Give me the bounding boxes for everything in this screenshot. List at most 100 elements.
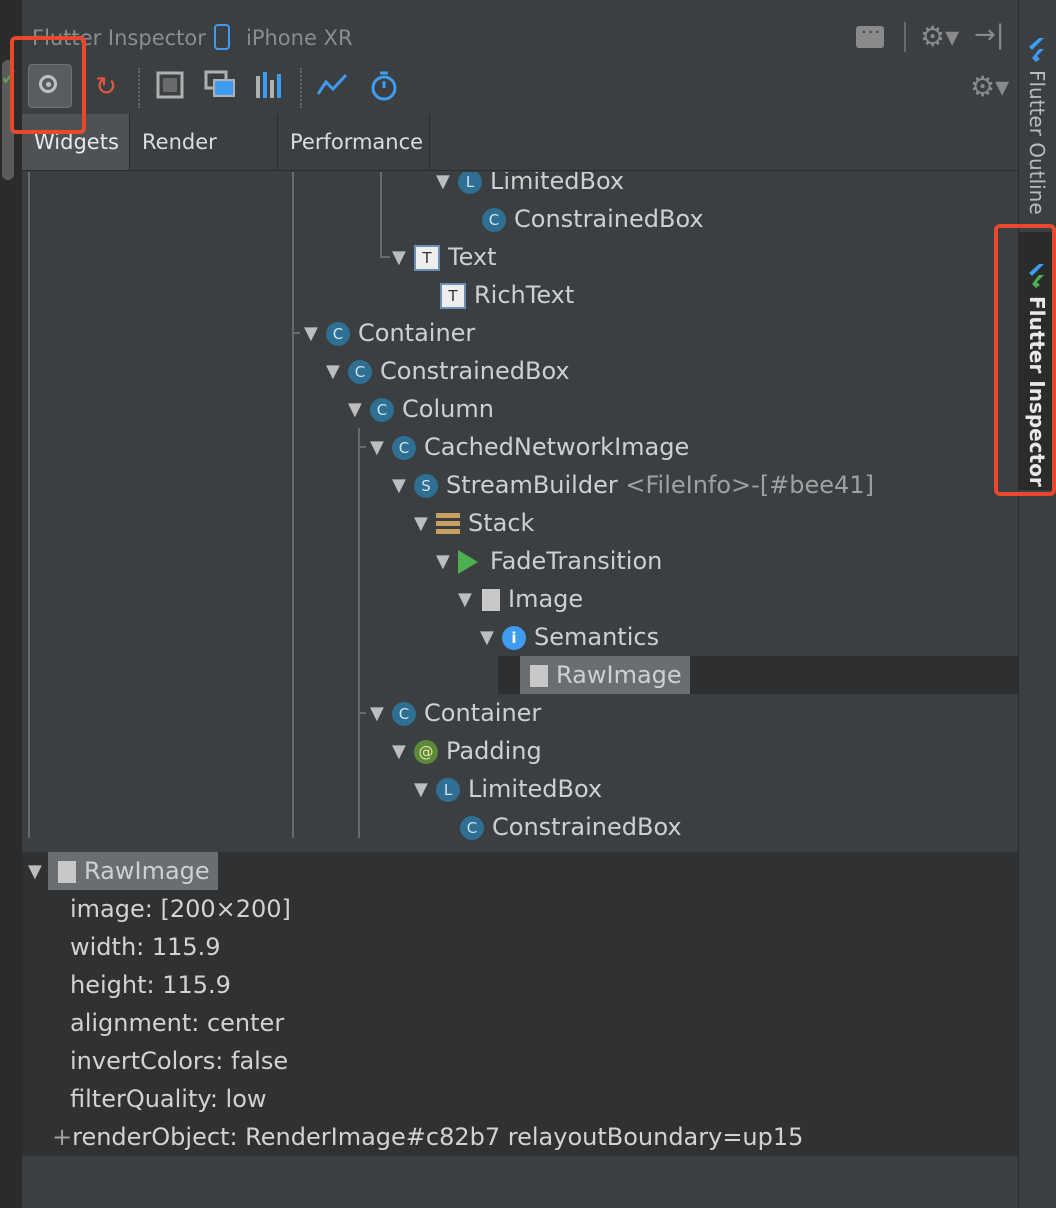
tree-node[interactable]: C ConstrainedBox: [458, 808, 682, 846]
expand-arrow-icon[interactable]: ▼: [392, 467, 412, 505]
tree-node[interactable]: C ConstrainedBox: [480, 200, 704, 238]
widget-type-icon: C: [326, 322, 350, 346]
document-icon: [482, 589, 500, 611]
expand-arrow-icon[interactable]: ▼: [370, 695, 390, 733]
tree-node[interactable]: ▼ @ Padding: [392, 732, 542, 770]
gear-icon[interactable]: ⚙▾: [970, 70, 1009, 103]
tree-node[interactable]: ▼ Image: [458, 580, 583, 618]
tree-guide-line: [380, 172, 382, 256]
expand-arrow-icon[interactable]: ▼: [370, 429, 390, 467]
widget-type-icon: C: [460, 816, 484, 840]
tree-node[interactable]: ▼ S StreamBuilder <FileInfo>-[#bee41]: [392, 466, 874, 504]
property-row: width: 115.9: [70, 933, 221, 961]
details-tree: ▼ RawImage image: [200×200] width: 115.9 …: [22, 852, 1018, 1156]
inspector-toolbar: ✓ ↻ ⚙▾: [0, 62, 1018, 114]
tree-node[interactable]: ▼ C CachedNetworkImage: [370, 428, 689, 466]
toolbar-separator: [138, 68, 142, 108]
tree-node[interactable]: ▼ i Semantics: [480, 618, 659, 656]
widget-tree: ▼ L LimitedBox C ConstrainedBox ▼ T Text T Ric…: [22, 172, 1018, 852]
phone-icon: [214, 24, 230, 50]
widget-type-icon: C: [392, 436, 416, 460]
tree-guide-line: [358, 712, 366, 714]
gear-icon[interactable]: ⚙▾: [920, 20, 959, 53]
expand-arrow-icon[interactable]: ▼: [436, 543, 456, 581]
device-name[interactable]: iPhone XR: [246, 26, 353, 50]
tree-node[interactable]: ▼ C ConstrainedBox: [326, 352, 570, 390]
document-icon: [530, 665, 548, 687]
widget-type-icon: T: [440, 283, 466, 309]
expand-arrow-icon[interactable]: ▼: [326, 353, 346, 391]
widget-type-icon: C: [370, 398, 394, 422]
widget-type-icon: S: [414, 474, 438, 498]
refresh-icon[interactable]: ↻: [86, 70, 126, 104]
highlight-box: [994, 224, 1056, 496]
title-separator: [904, 22, 906, 52]
editor-gutter: [0, 0, 22, 1208]
property-row: image: [200×200]: [70, 895, 291, 923]
widget-description: <FileInfo>-[#bee41]: [625, 471, 874, 499]
comment-icon[interactable]: [856, 22, 884, 48]
tree-guide-line: [28, 172, 30, 838]
expand-arrow-icon[interactable]: ▼: [414, 771, 434, 809]
expand-arrow-icon[interactable]: ▼: [480, 619, 500, 657]
repaint-rainbow-icon[interactable]: [202, 70, 238, 104]
tree-node-selected[interactable]: RawImage: [520, 656, 690, 694]
widget-type-icon: C: [482, 208, 506, 232]
tree-guide-line: [292, 172, 294, 838]
hide-panel-icon[interactable]: →|: [974, 20, 1005, 50]
tree-node[interactable]: ▼ L LimitedBox: [414, 770, 602, 808]
panel-title-bar: Flutter Inspector iPhone XR ⚙▾ →|: [22, 0, 1018, 63]
inspector-tabs: Widgets Render Tree Performance: [22, 114, 1018, 210]
tree-node[interactable]: ▼ FadeTransition: [436, 542, 662, 580]
panel-footer: [22, 1156, 1018, 1208]
widget-type-icon: T: [414, 245, 440, 271]
debug-paint-icon[interactable]: [152, 70, 188, 104]
expand-arrow-icon[interactable]: ▼: [414, 505, 434, 543]
expand-arrow-icon[interactable]: ▼: [348, 391, 368, 429]
widget-type-icon: C: [392, 702, 416, 726]
tab-performance[interactable]: Performance: [278, 114, 430, 170]
property-row[interactable]: +renderObject: RenderImage#c82b7 relayou…: [52, 1118, 803, 1156]
expand-arrow-icon[interactable]: ▼: [28, 853, 48, 891]
tree-node[interactable]: ▼ C Container: [304, 314, 475, 352]
tree-guide-line: [358, 428, 360, 838]
expand-arrow-icon[interactable]: ▼: [304, 315, 324, 353]
widget-type-icon: L: [458, 172, 482, 194]
property-row: invertColors: false: [70, 1047, 289, 1075]
tree-node[interactable]: ▼ Stack: [414, 504, 534, 542]
widget-type-icon: L: [436, 778, 460, 802]
expand-arrow-icon[interactable]: ▼: [392, 239, 412, 277]
property-row: filterQuality: low: [70, 1085, 267, 1113]
play-icon: [458, 550, 478, 574]
sidebar-tab-flutter-outline[interactable]: Flutter Outline: [1019, 30, 1056, 220]
performance-overlay-icon[interactable]: [252, 70, 288, 104]
tree-node[interactable]: ▼ L LimitedBox: [436, 172, 624, 200]
expand-arrow-icon[interactable]: ▼: [392, 733, 412, 771]
right-tool-strip: Flutter Outline Flutter Inspector: [1018, 0, 1056, 1208]
property-row: alignment: center: [70, 1009, 285, 1037]
expand-arrow-icon[interactable]: ▼: [436, 172, 456, 201]
highlight-box: [10, 36, 86, 134]
info-icon: i: [502, 626, 526, 650]
widget-type-icon: @: [414, 740, 438, 764]
tree-guide-line: [380, 256, 390, 258]
tree-guide-line: [292, 332, 300, 334]
toolbar-separator: [300, 68, 304, 108]
widget-type-icon: C: [348, 360, 372, 384]
timeline-chart-icon[interactable]: [314, 70, 350, 104]
document-icon: [58, 861, 76, 883]
tree-node[interactable]: T RichText: [438, 276, 574, 314]
details-header[interactable]: ▼ RawImage: [28, 852, 218, 890]
property-row: height: 115.9: [70, 971, 231, 999]
details-node-selected[interactable]: RawImage: [48, 852, 218, 890]
tab-render-tree[interactable]: Render Tree: [130, 114, 278, 210]
stopwatch-icon[interactable]: [366, 70, 402, 104]
tree-node[interactable]: ▼ T Text: [392, 238, 497, 276]
tree-guide-line: [358, 446, 366, 448]
flutter-icon: [1029, 38, 1044, 62]
expand-plus-icon[interactable]: +: [52, 1123, 72, 1151]
expand-arrow-icon[interactable]: ▼: [458, 581, 478, 619]
tree-node[interactable]: ▼ C Container: [370, 694, 541, 732]
stack-icon: [436, 513, 460, 535]
tree-node[interactable]: ▼ C Column: [348, 390, 494, 428]
